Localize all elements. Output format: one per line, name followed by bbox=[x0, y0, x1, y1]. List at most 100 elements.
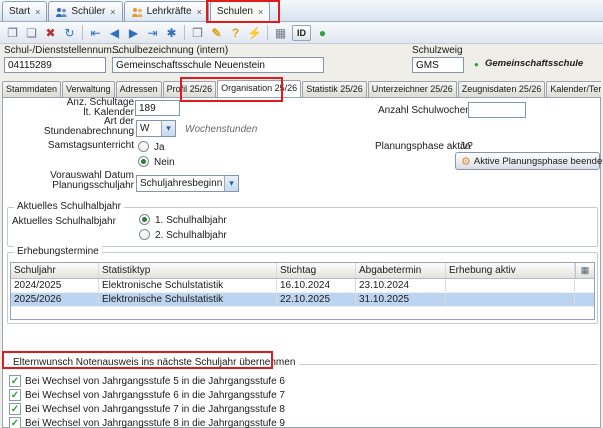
form-icon[interactable]: ❏ bbox=[22, 24, 41, 42]
nav-new-icon[interactable]: ✱ bbox=[162, 24, 181, 42]
label-line: Stundenabrechnung bbox=[44, 126, 134, 137]
half-year-group: Aktuelles Schulhalbjahr Aktuelles Schulh… bbox=[7, 207, 598, 247]
close-icon[interactable]: × bbox=[258, 7, 263, 17]
preselect-date-label: Vorauswahl Datum Planungsschuljahr bbox=[31, 171, 134, 191]
close-icon[interactable]: × bbox=[110, 7, 115, 17]
cell-schuljahr: 2025/2026 bbox=[11, 293, 99, 306]
tab-verwaltung[interactable]: Verwaltung bbox=[62, 81, 115, 97]
saturday-no-radio[interactable] bbox=[138, 156, 149, 167]
cell-abgabetermin: 31.10.2025 bbox=[356, 293, 446, 306]
chevron-down-icon[interactable]: ▾ bbox=[224, 176, 238, 191]
copy-icon[interactable]: ❐ bbox=[3, 24, 22, 42]
close-icon[interactable]: × bbox=[197, 7, 202, 17]
toolbar-separator bbox=[267, 25, 268, 40]
half-year-1-label: 1. Schulhalbjahr bbox=[155, 215, 227, 226]
tab-unterzeichner[interactable]: Unterzeichner 25/26 bbox=[368, 81, 457, 97]
survey-table: Schuljahr Statistiktyp Stichtag Abgabete… bbox=[10, 262, 595, 320]
status-icon[interactable]: ● bbox=[313, 24, 332, 42]
preselect-date-combo[interactable]: Schuljahresbeginn ▾ bbox=[136, 175, 239, 192]
tab-label: Schüler bbox=[71, 6, 105, 17]
half-year-2-label: 2. Schulhalbjahr bbox=[155, 230, 227, 241]
tab-schulen[interactable]: Schulen × bbox=[210, 1, 270, 21]
grade7-label: Bei Wechsel von Jahrgangsstufe 7 in die … bbox=[25, 404, 285, 415]
check-icon: ✓ bbox=[11, 390, 19, 401]
application-window: Start × Schüler × Lehrkräfte × Schulen ×… bbox=[0, 0, 603, 428]
calculator-icon[interactable]: ▦ bbox=[271, 24, 290, 42]
check-icon: ✓ bbox=[11, 404, 19, 415]
school-days-label: Anz. Schultage lt. Kalender bbox=[31, 98, 134, 118]
half-year-2-radio[interactable] bbox=[139, 229, 150, 240]
tab-profil[interactable]: Profil 25/26 bbox=[163, 81, 217, 97]
group-title: Aktuelles Schulhalbjahr bbox=[14, 201, 124, 212]
nav-prev-icon[interactable]: ◀ bbox=[105, 24, 124, 42]
school-days-input[interactable] bbox=[135, 100, 180, 116]
half-year-1-radio[interactable] bbox=[139, 214, 150, 225]
document-tabbar: Start × Schüler × Lehrkräfte × Schulen × bbox=[0, 0, 603, 22]
half-year-label: Aktuelles Schulhalbjahr bbox=[12, 216, 116, 227]
school-branch-label: Schulzweig bbox=[412, 45, 463, 56]
school-name-input[interactable] bbox=[112, 57, 324, 73]
saturday-yes-label: Ja bbox=[154, 142, 165, 153]
col-schuljahr[interactable]: Schuljahr bbox=[11, 263, 99, 278]
section-tabstrip: Stammdaten Verwaltung Adressen Profil 25… bbox=[2, 80, 601, 97]
grade7-checkbox[interactable]: ✓ bbox=[9, 403, 21, 415]
school-weeks-input[interactable] bbox=[468, 102, 526, 118]
cell-filler bbox=[575, 293, 594, 306]
school-weeks-label: Anzahl Schulwochen bbox=[378, 105, 471, 116]
school-branch-input[interactable] bbox=[412, 57, 464, 73]
hours-mode-combo[interactable]: W ▾ bbox=[136, 120, 176, 137]
tab-stammdaten[interactable]: Stammdaten bbox=[2, 81, 61, 97]
label-line: Planungsschuljahr bbox=[52, 180, 134, 191]
nav-next-icon[interactable]: ▶ bbox=[124, 24, 143, 42]
help-icon[interactable]: ? bbox=[226, 24, 245, 42]
close-icon[interactable]: × bbox=[35, 7, 40, 17]
group-title: Erhebungstermine bbox=[14, 246, 102, 257]
stamp-icon[interactable]: ✎ bbox=[207, 24, 226, 42]
chevron-down-icon[interactable]: ▾ bbox=[161, 121, 175, 136]
cell-erhebung-aktiv bbox=[446, 293, 575, 306]
nav-first-icon[interactable]: ⇤ bbox=[86, 24, 105, 42]
school-number-label: Schul-/Dienststellennum... bbox=[4, 45, 120, 56]
tab-statistik[interactable]: Statistik 25/26 bbox=[302, 81, 367, 97]
col-abgabetermin[interactable]: Abgabetermin bbox=[356, 263, 446, 278]
organisation-panel: Anz. Schultage lt. Kalender Anzahl Schul… bbox=[2, 97, 601, 428]
tab-schueler[interactable]: Schüler × bbox=[48, 1, 122, 21]
button-label: Aktive Planungsphase beenden bbox=[474, 156, 603, 167]
tab-organisation[interactable]: Organisation 25/26 bbox=[217, 80, 301, 97]
tab-adressen[interactable]: Adressen bbox=[116, 81, 162, 97]
tab-kalender[interactable]: Kalender/Termine 25/26 bbox=[546, 81, 601, 97]
planning-phase-label: Planungsphase aktiv? bbox=[375, 141, 473, 152]
table-row[interactable]: 2024/2025 Elektronische Schulstatistik 1… bbox=[11, 279, 594, 293]
survey-group: Erhebungstermine Schuljahr Statistiktyp … bbox=[7, 252, 598, 324]
tab-lehrkraefte[interactable]: Lehrkräfte × bbox=[124, 1, 209, 21]
delete-icon[interactable]: ✖ bbox=[41, 24, 60, 42]
refresh-icon[interactable]: ↻ bbox=[60, 24, 79, 42]
combo-value: Schuljahresbeginn bbox=[140, 178, 222, 189]
cell-abgabetermin: 23.10.2024 bbox=[356, 279, 446, 292]
school-number-input[interactable] bbox=[4, 57, 106, 73]
grade6-checkbox[interactable]: ✓ bbox=[9, 389, 21, 401]
col-statistiktyp[interactable]: Statistiktyp bbox=[99, 263, 277, 278]
lightning-icon[interactable]: ⚡ bbox=[245, 24, 264, 42]
check-icon: ✓ bbox=[11, 418, 19, 428]
tab-start[interactable]: Start × bbox=[2, 1, 47, 21]
table-row-selected[interactable]: 2025/2026 Elektronische Schulstatistik 2… bbox=[11, 293, 594, 307]
grade6-label: Bei Wechsel von Jahrgangsstufe 6 in die … bbox=[25, 390, 285, 401]
grade5-checkbox[interactable]: ✓ bbox=[9, 375, 21, 387]
id-button[interactable]: ID bbox=[292, 25, 311, 41]
nav-last-icon[interactable]: ⇥ bbox=[143, 24, 162, 42]
table-options-icon[interactable]: ▦ bbox=[575, 263, 594, 278]
tab-label: Lehrkräfte bbox=[147, 6, 192, 17]
table-empty-area bbox=[11, 307, 594, 319]
col-erhebung-aktiv[interactable]: Erhebung aktiv bbox=[446, 263, 575, 278]
hours-mode-note: Wochenstunden bbox=[185, 124, 257, 135]
students-icon bbox=[55, 7, 68, 17]
tab-zeugnisdaten[interactable]: Zeugnisdaten 25/26 bbox=[458, 81, 546, 97]
print-icon[interactable]: ❒ bbox=[188, 24, 207, 42]
table-header-row: Schuljahr Statistiktyp Stichtag Abgabete… bbox=[11, 263, 594, 279]
end-planning-phase-button[interactable]: ⚙ Aktive Planungsphase beenden bbox=[455, 152, 600, 170]
saturday-no-label: Nein bbox=[154, 157, 175, 168]
col-stichtag[interactable]: Stichtag bbox=[277, 263, 356, 278]
saturday-yes-radio[interactable] bbox=[138, 141, 149, 152]
grade8-checkbox[interactable]: ✓ bbox=[9, 417, 21, 428]
